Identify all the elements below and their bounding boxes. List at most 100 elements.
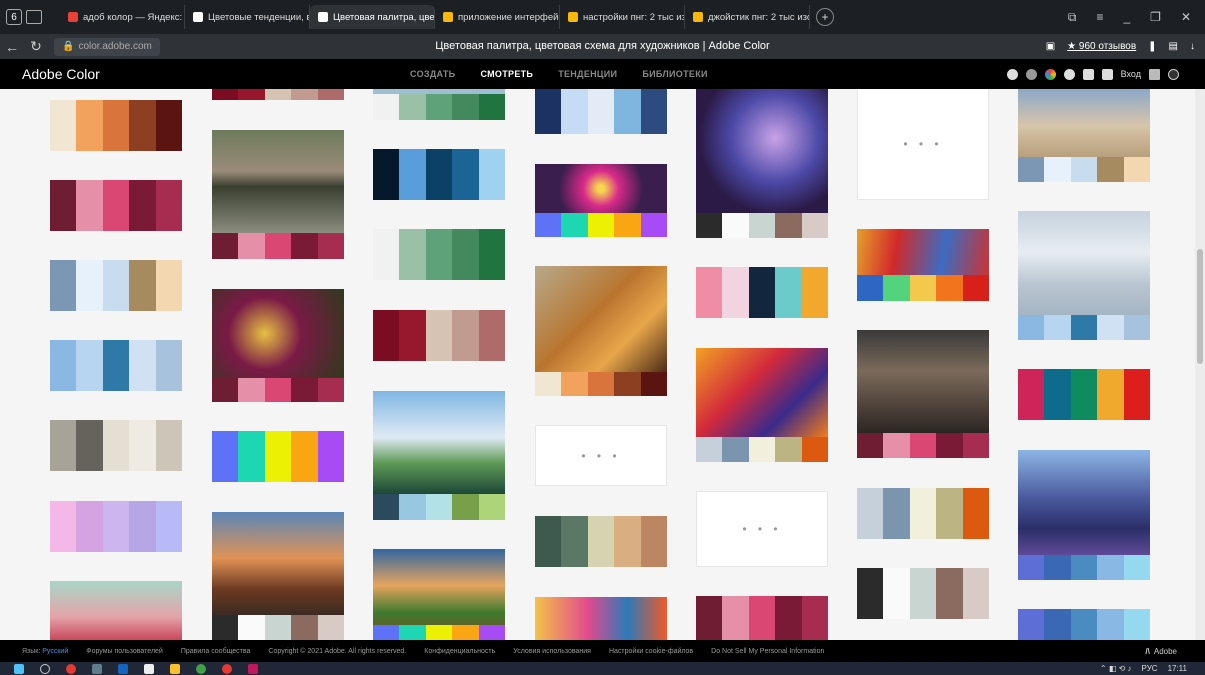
apps-grid-icon[interactable] (1149, 68, 1160, 80)
palette-swatches[interactable] (1018, 157, 1151, 182)
download-icon[interactable]: ↓ (1190, 41, 1195, 52)
color-wheel-icon[interactable] (1006, 68, 1018, 80)
extension-icon[interactable]: ▤ (1169, 41, 1178, 52)
file-icon[interactable] (144, 663, 154, 674)
palette-swatches[interactable] (373, 94, 506, 120)
palette-swatches[interactable] (857, 275, 990, 301)
tab-count-badge[interactable]: 6 (6, 9, 22, 25)
palette-swatches[interactable] (535, 213, 668, 237)
app-red-icon[interactable] (248, 663, 258, 674)
calculator-icon[interactable] (92, 663, 102, 674)
nav-item[interactable]: СОЗДАТЬ (410, 69, 455, 79)
input-language[interactable]: РУС (1142, 664, 1158, 673)
palette-swatches[interactable] (696, 596, 829, 640)
palette-swatches[interactable] (212, 233, 345, 259)
start-icon[interactable] (14, 663, 24, 674)
brand-logo[interactable]: Adobe Color (0, 66, 410, 82)
footer-link[interactable]: Do Not Sell My Personal Information (711, 648, 824, 655)
greyfall-image[interactable] (535, 266, 667, 372)
nav-item[interactable]: БИБЛИОТЕКИ (642, 69, 707, 79)
palette-swatches[interactable] (373, 494, 506, 520)
palette-swatches[interactable] (50, 340, 183, 391)
libraries-icon[interactable] (1082, 68, 1094, 80)
folder-icon[interactable] (170, 663, 180, 674)
dunes-image[interactable] (1018, 450, 1150, 555)
feedback-icon[interactable] (1101, 68, 1113, 80)
palette-swatches[interactable] (696, 267, 829, 318)
creative-cloud-icon[interactable] (1168, 68, 1179, 80)
adobe-footer-logo[interactable]: /\ Adobe (1145, 647, 1205, 656)
contrast-icon[interactable] (1025, 68, 1037, 80)
yandex-icon[interactable] (222, 663, 232, 674)
opera-icon[interactable] (66, 663, 76, 674)
browser-tab[interactable]: адоб колор — Яндекс: на (60, 5, 185, 29)
login-link[interactable]: Вход (1121, 69, 1141, 79)
footer-link[interactable]: Конфиденциальность (424, 648, 495, 655)
loading-card[interactable]: • • • (857, 89, 989, 200)
tray-icons[interactable]: ⌃ ◧ ⟲ ♪ (1100, 664, 1132, 673)
palette-swatches[interactable] (1018, 369, 1151, 420)
footer-link[interactable]: Правила сообщества (181, 648, 251, 655)
browser-tab[interactable]: приложение интерфейс: (435, 5, 560, 29)
rocks-image[interactable] (212, 512, 344, 615)
search-icon[interactable] (40, 663, 50, 674)
reload-icon[interactable]: ↻ (24, 38, 48, 55)
galaxy-image[interactable] (696, 89, 828, 213)
nav-item[interactable]: ТЕНДЕНЦИИ (558, 69, 617, 79)
footer-link[interactable]: Copyright © 2021 Adobe. All rights reser… (268, 648, 406, 655)
help-icon[interactable] (1063, 68, 1075, 80)
palette-swatches[interactable] (535, 516, 668, 567)
clock[interactable]: 17:11 (1168, 664, 1187, 673)
palette-swatches[interactable] (373, 625, 506, 640)
palette-swatches[interactable] (696, 437, 829, 462)
collections-icon[interactable]: ⧉ (1068, 10, 1077, 25)
nav-item[interactable]: СМОТРЕТЬ (480, 69, 533, 79)
new-tab-button[interactable]: + (816, 8, 834, 26)
footer-link[interactable]: Форумы пользователей (86, 648, 163, 655)
palette-swatches[interactable] (535, 89, 668, 134)
bookmark-icon[interactable]: ❚ (1148, 41, 1156, 52)
palette-swatches[interactable] (696, 213, 829, 238)
palette-swatches[interactable] (50, 420, 183, 471)
tabs-overview-icon[interactable] (26, 10, 42, 24)
browser-tab[interactable]: настройки пнг: 2 тыс изоб (560, 5, 685, 29)
close-window-icon[interactable]: ✕ (1181, 10, 1191, 25)
dirt-road-image[interactable] (857, 330, 989, 433)
page-scrollbar[interactable] (1195, 89, 1205, 640)
paint-stroke-image[interactable] (857, 229, 989, 275)
reviews-link[interactable]: ★ 960 отзывов (1067, 41, 1136, 52)
palette-swatches[interactable] (50, 180, 183, 231)
leaves-image[interactable] (212, 289, 344, 378)
restore-icon[interactable]: ❐ (1150, 10, 1161, 25)
face-paint-image[interactable] (535, 597, 667, 640)
forest-image[interactable] (212, 130, 344, 233)
snow-image[interactable] (1018, 211, 1150, 315)
palette-swatches[interactable] (857, 488, 990, 539)
theme-icon[interactable] (1044, 68, 1056, 80)
back-icon[interactable]: ← (0, 39, 24, 55)
palette-swatches[interactable] (212, 378, 345, 402)
palette-swatches[interactable] (857, 433, 990, 458)
footer-link[interactable]: Настройки cookie-файлов (609, 648, 693, 655)
palette-swatches[interactable] (857, 568, 990, 619)
palette-swatches[interactable] (50, 100, 183, 151)
footer-link[interactable]: Условия использования (513, 648, 591, 655)
colorful-face-image[interactable] (696, 348, 828, 437)
palette-swatches[interactable] (1018, 609, 1151, 640)
palette-swatches[interactable] (50, 501, 183, 552)
palette-swatches[interactable] (212, 615, 345, 640)
palette-swatches[interactable] (535, 372, 668, 396)
language-selector[interactable]: Язык: Русский (22, 648, 68, 655)
bokeh-image[interactable] (535, 164, 667, 213)
alpine-image[interactable] (373, 391, 505, 494)
loading-card[interactable]: • • • (535, 425, 667, 486)
palette-swatches[interactable] (50, 260, 183, 311)
palette-swatches[interactable] (373, 310, 506, 361)
browser-tab[interactable]: Цветовые тенденции, вдо (185, 5, 310, 29)
browser-tab[interactable]: джойстик пнг: 2 тыс изоб (685, 5, 810, 29)
palette-swatches[interactable] (1018, 315, 1151, 340)
photoshop-icon[interactable] (118, 663, 128, 674)
landscape-image[interactable] (50, 581, 182, 640)
palette-swatches[interactable] (373, 229, 506, 280)
palette-swatches[interactable] (212, 431, 345, 482)
